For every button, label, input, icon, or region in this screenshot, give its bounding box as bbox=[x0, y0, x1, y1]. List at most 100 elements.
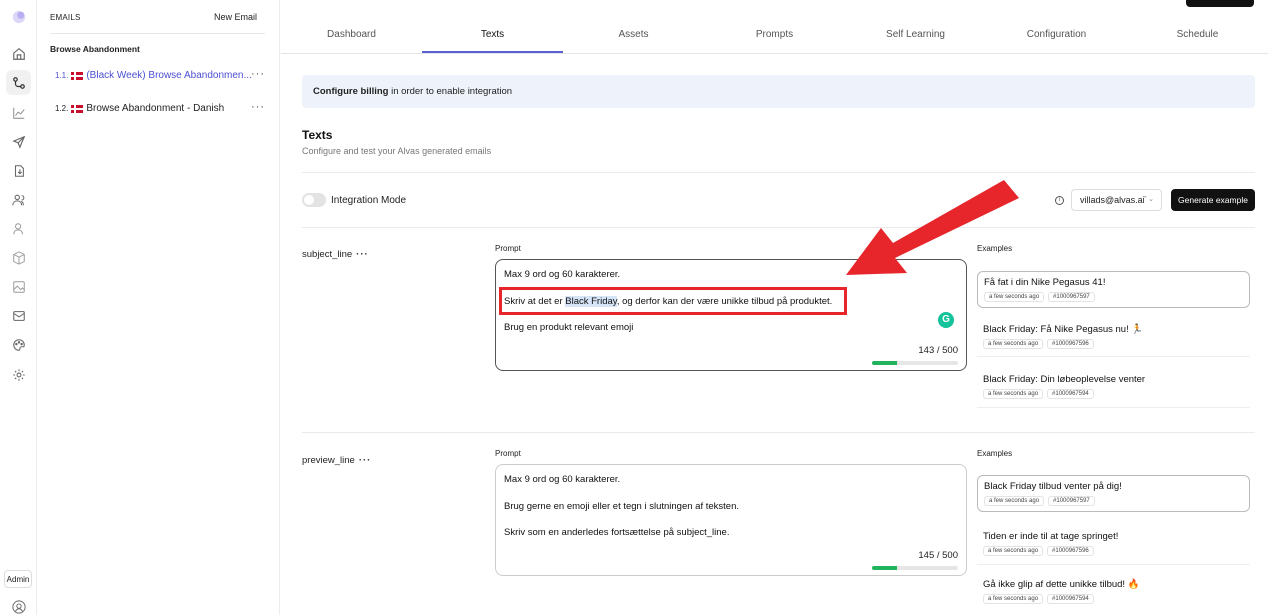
billing-link[interactable]: Configure billing bbox=[313, 86, 388, 97]
prompt-line: Max 9 ord og 60 karakterer. bbox=[504, 474, 621, 485]
id-badge: #1000967596 bbox=[1047, 546, 1094, 556]
example-item[interactable]: Gå ikke glip af dette unikke tilbud! 🔥 a… bbox=[977, 574, 1250, 611]
field-name-label: preview_line bbox=[302, 455, 355, 466]
id-badge: #1000967597 bbox=[1048, 496, 1095, 506]
id-badge: #1000967596 bbox=[1047, 339, 1094, 349]
subject-prompt-textarea[interactable]: Max 9 ord og 60 karakterer. Skriv at det… bbox=[495, 259, 967, 371]
tab-self-learning[interactable]: Self Learning bbox=[845, 18, 986, 53]
user-select[interactable]: villads@alvas.ai ⌃⌄ bbox=[1071, 189, 1162, 211]
example-text: Gå ikke glip af dette unikke tilbud! 🔥 bbox=[983, 579, 1140, 590]
divider bbox=[302, 432, 1255, 433]
email-item-label: Browse Abandonment - Danish bbox=[86, 103, 225, 114]
select-chevron-icon: ⌃⌄ bbox=[1142, 196, 1154, 203]
prompt-line: Max 9 ord og 60 karakterer. bbox=[504, 269, 621, 280]
chart-icon[interactable] bbox=[10, 104, 27, 121]
billing-banner: Configure billing in order to enable int… bbox=[302, 75, 1255, 108]
home-icon[interactable] bbox=[10, 45, 27, 62]
more-options-icon[interactable]: ··· bbox=[251, 68, 265, 80]
danish-flag-icon bbox=[71, 104, 84, 113]
top-action-button[interactable] bbox=[1186, 0, 1254, 7]
page-subtitle: Configure and test your Alvas generated … bbox=[302, 146, 492, 156]
integration-mode-toggle[interactable] bbox=[302, 193, 326, 207]
id-badge: #1000967594 bbox=[1047, 594, 1094, 604]
timestamp-badge: a few seconds ago bbox=[984, 496, 1045, 506]
divider bbox=[302, 227, 1255, 228]
field-more-icon[interactable]: ··· bbox=[356, 249, 369, 260]
group-title: Browse Abandonment bbox=[50, 44, 140, 54]
example-text: Black Friday: Din løbeoplevelse venter bbox=[983, 374, 1146, 385]
email-item-1[interactable]: 1.1. (Black Week) Browse Abandonmen... ·… bbox=[55, 68, 264, 81]
field-preview-line: preview_line ··· bbox=[302, 455, 371, 466]
new-email-button[interactable]: New Email bbox=[214, 12, 257, 22]
id-badge: #1000967597 bbox=[1048, 292, 1095, 302]
id-badge: #1000967594 bbox=[1047, 389, 1094, 399]
timestamp-badge: a few seconds ago bbox=[983, 594, 1044, 604]
tab-configuration[interactable]: Configuration bbox=[986, 18, 1127, 53]
email-sidebar: EMAILS New Email Browse Abandonment 1.1.… bbox=[37, 0, 280, 615]
example-text: Tiden er inde til at tage springet! bbox=[983, 531, 1119, 542]
tab-dashboard[interactable]: Dashboard bbox=[281, 18, 422, 53]
examples-label: Examples bbox=[977, 449, 1013, 458]
char-progress-bar bbox=[872, 361, 958, 365]
email-item-label: (Black Week) Browse Abandonmen... bbox=[86, 70, 252, 81]
account-icon[interactable] bbox=[10, 598, 27, 615]
users-icon[interactable] bbox=[10, 191, 27, 208]
example-item[interactable]: Black Friday: Få Nike Pegasus nu! 🏃 a fe… bbox=[977, 319, 1250, 356]
danish-flag-icon bbox=[71, 71, 84, 80]
divider bbox=[977, 356, 1250, 357]
workflow-icon[interactable] bbox=[6, 70, 31, 95]
example-text: Black Friday tilbud venter på dig! bbox=[984, 481, 1122, 492]
preview-prompt-textarea[interactable]: Max 9 ord og 60 karakterer. Brug gerne e… bbox=[495, 464, 967, 576]
admin-button[interactable]: Admin bbox=[4, 570, 32, 588]
email-item-2[interactable]: 1.2. Browse Abandonment - Danish ··· bbox=[55, 101, 264, 114]
annotation-highlight-box bbox=[499, 287, 847, 315]
send-icon[interactable] bbox=[10, 133, 27, 150]
palette-icon[interactable] bbox=[10, 336, 27, 353]
prompt-line: Brug en produkt relevant emoji bbox=[504, 322, 634, 333]
emails-header: EMAILS bbox=[50, 13, 81, 22]
example-item[interactable]: Tiden er inde til at tage springet! a fe… bbox=[977, 526, 1250, 563]
banner-text: in order to enable integration bbox=[388, 86, 513, 97]
grammarly-icon[interactable]: G bbox=[938, 312, 954, 328]
import-icon[interactable] bbox=[10, 162, 27, 179]
timestamp-badge: a few seconds ago bbox=[984, 292, 1045, 302]
user-icon[interactable] bbox=[10, 220, 27, 237]
page-title: Texts bbox=[302, 128, 333, 142]
prompt-line: Brug gerne en emoji eller et tegn i slut… bbox=[504, 500, 740, 512]
field-more-icon[interactable]: ··· bbox=[359, 455, 372, 466]
icon-rail: Admin bbox=[0, 0, 37, 615]
timestamp-badge: a few seconds ago bbox=[983, 339, 1044, 349]
field-name-label: subject_line bbox=[302, 249, 353, 260]
tab-prompts[interactable]: Prompts bbox=[704, 18, 845, 53]
tab-texts[interactable]: Texts bbox=[422, 18, 563, 53]
logo-icon[interactable] bbox=[10, 8, 27, 25]
char-counter: 143 / 500 bbox=[918, 345, 958, 356]
info-icon[interactable]: i bbox=[1055, 196, 1064, 205]
box-icon[interactable] bbox=[10, 249, 27, 266]
more-options-icon[interactable]: ··· bbox=[251, 101, 265, 113]
timestamp-badge: a few seconds ago bbox=[983, 389, 1044, 399]
tab-schedule[interactable]: Schedule bbox=[1127, 18, 1268, 53]
main-content: Dashboard Texts Assets Prompts Self Lear… bbox=[281, 0, 1268, 615]
divider bbox=[50, 33, 265, 34]
example-item[interactable]: Black Friday tilbud venter på dig! a few… bbox=[977, 475, 1250, 512]
mail-icon[interactable] bbox=[10, 307, 27, 324]
email-item-number: 1.2. bbox=[55, 104, 69, 113]
example-text: Black Friday: Få Nike Pegasus nu! 🏃 bbox=[983, 324, 1144, 335]
settings-icon[interactable] bbox=[10, 366, 27, 383]
divider bbox=[977, 407, 1250, 408]
example-item[interactable]: Black Friday: Din løbeoplevelse venter a… bbox=[977, 369, 1250, 406]
example-item[interactable]: Få fat i din Nike Pegasus 41! a few seco… bbox=[977, 271, 1250, 308]
tab-assets[interactable]: Assets bbox=[563, 18, 704, 53]
prompt-label: Prompt bbox=[495, 449, 521, 458]
divider bbox=[977, 564, 1250, 565]
integration-mode-label: Integration Mode bbox=[331, 195, 407, 206]
email-item-number: 1.1. bbox=[55, 71, 69, 80]
char-counter: 145 / 500 bbox=[918, 550, 958, 561]
prompt-label: Prompt bbox=[495, 244, 521, 253]
user-select-value: villads@alvas.ai bbox=[1080, 195, 1145, 205]
generate-example-button[interactable]: Generate example bbox=[1171, 189, 1255, 211]
divider bbox=[302, 172, 1255, 173]
image-icon[interactable] bbox=[10, 278, 27, 295]
field-subject-line: subject_line ··· bbox=[302, 249, 369, 260]
